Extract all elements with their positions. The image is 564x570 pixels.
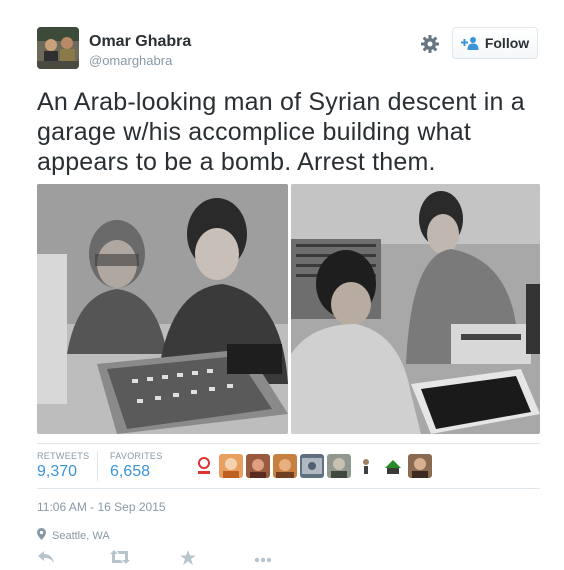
tweet-photo-2[interactable] [291,184,540,434]
gear-icon[interactable] [419,33,441,55]
favorites-label: FAVORITES [110,451,163,461]
follow-button[interactable]: Follow [452,27,538,59]
favoriter-avatar[interactable] [246,454,270,478]
divider [37,443,540,444]
location-pin-icon [37,528,46,543]
favorite-icon[interactable] [180,550,200,568]
favoriter-avatar[interactable] [300,454,324,478]
retweets-count[interactable]: 9,370 [37,463,77,481]
location-label: Seattle, WA [52,529,110,542]
retweets-label: RETWEETS [37,451,90,461]
avatar[interactable] [37,27,79,69]
favoriter-avatar[interactable] [408,454,432,478]
retweet-icon[interactable] [110,550,130,568]
tweet-location[interactable]: Seattle, WA [37,528,110,543]
tweet-text: An Arab-looking man of Syrian descent in… [37,88,525,176]
favoriter-avatar[interactable] [381,454,405,478]
stat-separator [97,451,98,481]
user-name[interactable]: Omar Ghabra [89,33,191,51]
favorites-count[interactable]: 6,658 [110,463,150,481]
favoriter-avatar[interactable] [192,454,216,478]
tweet-photo-1[interactable] [37,184,288,434]
user-handle[interactable]: @omarghabra [89,53,172,68]
favoriter-avatar[interactable] [273,454,297,478]
favoriter-avatar[interactable] [354,454,378,478]
add-user-icon [460,36,479,50]
tweet-timestamp[interactable]: 11:06 AM - 16 Sep 2015 [37,500,166,514]
favoriter-avatar[interactable] [327,454,351,478]
more-icon[interactable] [254,550,274,568]
reply-icon[interactable] [37,550,57,568]
favoriters-avatars [192,454,432,478]
follow-label: Follow [484,35,530,51]
divider [37,488,540,489]
favoriter-avatar[interactable] [219,454,243,478]
